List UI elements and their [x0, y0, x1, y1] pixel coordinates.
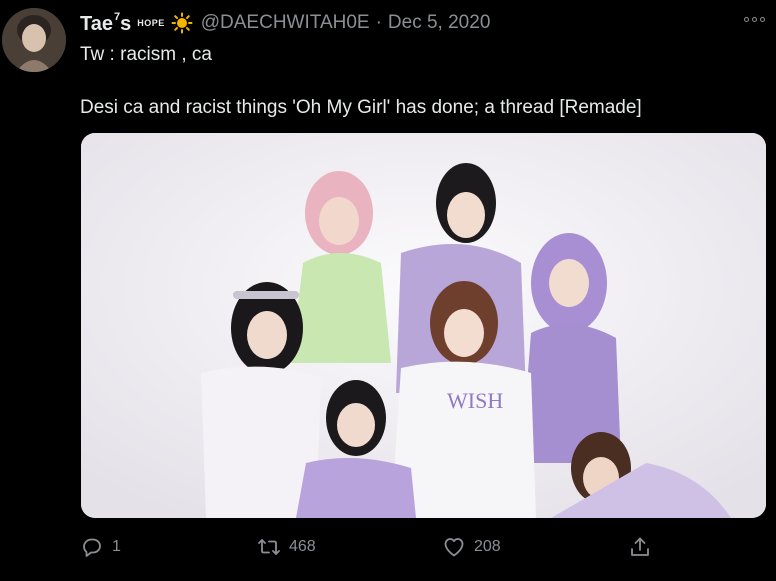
display-name-tag: HOPE — [137, 18, 165, 28]
retweet-icon — [258, 539, 280, 555]
user-handle[interactable]: @DAECHWITAH0E — [201, 12, 370, 34]
display-name[interactable]: Tae7s — [80, 11, 131, 36]
reply-count: 1 — [112, 538, 121, 555]
separator: · — [375, 12, 382, 33]
sun-emoji-icon — [171, 12, 193, 34]
avatar[interactable] — [2, 8, 66, 72]
share-icon — [631, 537, 649, 556]
tweet-text-line-2: Desi ca and racist things 'Oh My Girl' h… — [80, 97, 642, 118]
tweet-header: Tae7s HOPE @DAECHWITAH0E · Dec 5, 2020 — [80, 10, 490, 36]
reply-icon — [83, 538, 101, 557]
retweet-button[interactable]: 468 — [257, 532, 316, 562]
like-icon — [444, 538, 464, 557]
tweet-date[interactable]: Dec 5, 2020 — [388, 12, 490, 34]
reply-button[interactable]: 1 — [80, 532, 121, 562]
more-options-icon[interactable] — [744, 14, 766, 24]
tweet-text-line-1: Tw : racism , ca — [80, 44, 212, 65]
share-button[interactable] — [628, 532, 652, 562]
like-button[interactable]: 208 — [442, 532, 501, 562]
like-count: 208 — [474, 538, 501, 555]
svg-text:WISH: WISH — [447, 388, 503, 413]
retweet-count: 468 — [289, 538, 316, 555]
tweet-media-image[interactable]: WISH — [81, 133, 766, 518]
tweet-actions-bar: 1 468 208 — [0, 532, 776, 562]
